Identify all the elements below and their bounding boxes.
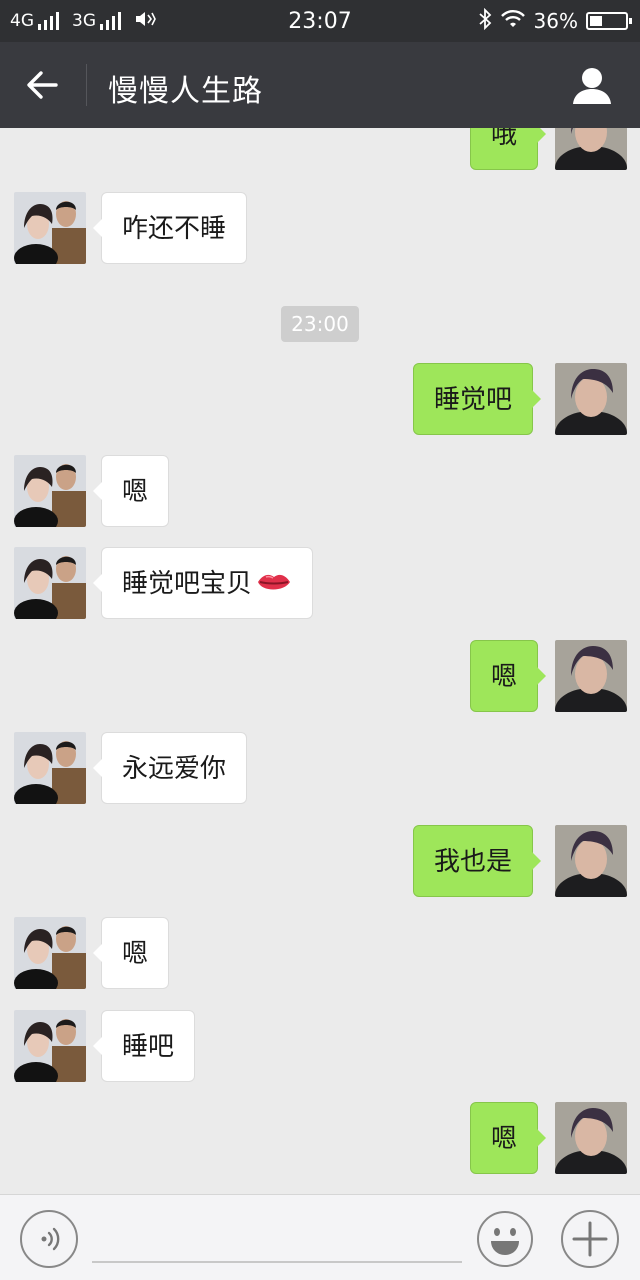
message-input[interactable] <box>92 1211 462 1263</box>
back-arrow-icon[interactable] <box>22 64 64 106</box>
lips-emoji-icon <box>256 549 292 621</box>
outgoing-message[interactable]: 睡觉吧 <box>413 363 542 435</box>
incoming-message[interactable]: 嗯 <box>92 455 170 527</box>
battery-percent: 36% <box>533 9 578 33</box>
my-avatar[interactable] <box>555 1102 627 1174</box>
contact-avatar[interactable] <box>14 732 86 804</box>
my-avatar[interactable] <box>555 363 627 435</box>
plus-icon[interactable] <box>561 1210 619 1268</box>
chat-title: 慢慢人生路 <box>108 74 263 109</box>
my-avatar[interactable] <box>555 128 627 170</box>
status-right: 36% <box>478 7 632 35</box>
contact-avatar[interactable] <box>14 917 86 989</box>
input-bar <box>0 1194 640 1280</box>
contact-avatar[interactable] <box>14 547 86 619</box>
my-avatar[interactable] <box>555 640 627 712</box>
bluetooth-icon <box>478 7 492 35</box>
outgoing-message[interactable]: 我也是 <box>413 825 542 897</box>
voice-icon[interactable] <box>20 1210 78 1268</box>
incoming-message[interactable]: 睡觉吧宝贝 <box>92 547 314 621</box>
contact-avatar[interactable] <box>14 1010 86 1082</box>
message-list[interactable]: 哦 咋还不睡 23:00 睡觉吧 嗯 睡觉吧宝贝 嗯 永远爱你 我也是 嗯 睡吧… <box>0 128 640 1194</box>
my-avatar[interactable] <box>555 825 627 897</box>
time-divider: 23:00 <box>281 306 359 342</box>
outgoing-message[interactable]: 嗯 <box>470 1102 547 1174</box>
status-bar: 4G 3G 23:07 36% <box>0 0 640 42</box>
incoming-message[interactable]: 永远爱你 <box>92 732 248 804</box>
incoming-message[interactable]: 咋还不睡 <box>92 192 248 264</box>
outgoing-message[interactable]: 哦 <box>470 128 547 170</box>
title-bar: 慢慢人生路 <box>0 42 640 128</box>
contact-avatar[interactable] <box>14 455 86 527</box>
smiley-icon[interactable] <box>476 1210 534 1268</box>
battery-icon <box>586 12 632 30</box>
contact-avatar[interactable] <box>14 192 86 264</box>
wifi-icon <box>500 9 526 34</box>
title-divider <box>86 64 87 106</box>
person-icon[interactable] <box>572 66 612 106</box>
incoming-message[interactable]: 睡吧 <box>92 1010 196 1082</box>
incoming-message[interactable]: 嗯 <box>92 917 170 989</box>
outgoing-message[interactable]: 嗯 <box>470 640 547 712</box>
